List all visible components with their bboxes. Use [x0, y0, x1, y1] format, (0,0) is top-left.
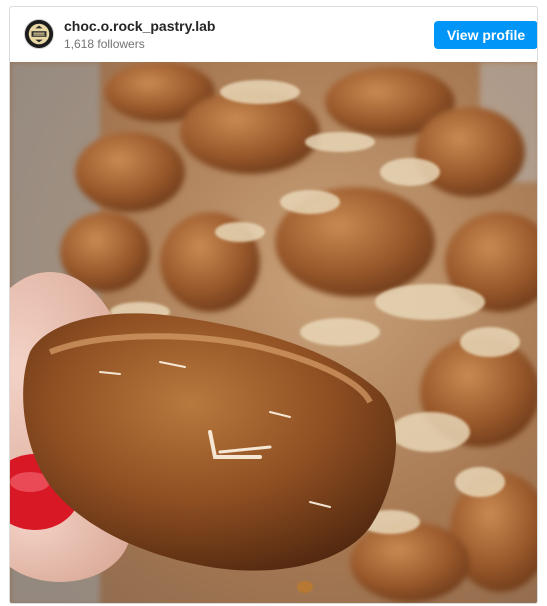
avatar[interactable]: [24, 19, 54, 49]
post-header: choc.o.rock_pastry.lab 1,618 followers V…: [10, 7, 537, 62]
post-photo[interactable]: [10, 62, 537, 603]
account-name-link[interactable]: choc.o.rock_pastry.lab: [64, 18, 215, 34]
follower-count: 1,618 followers: [64, 37, 145, 51]
pastry-photo: [10, 62, 537, 603]
pastry-lab-logo-icon: [25, 20, 53, 48]
instagram-embed-card: choc.o.rock_pastry.lab 1,618 followers V…: [9, 6, 538, 604]
view-profile-button[interactable]: View profile: [434, 21, 537, 49]
